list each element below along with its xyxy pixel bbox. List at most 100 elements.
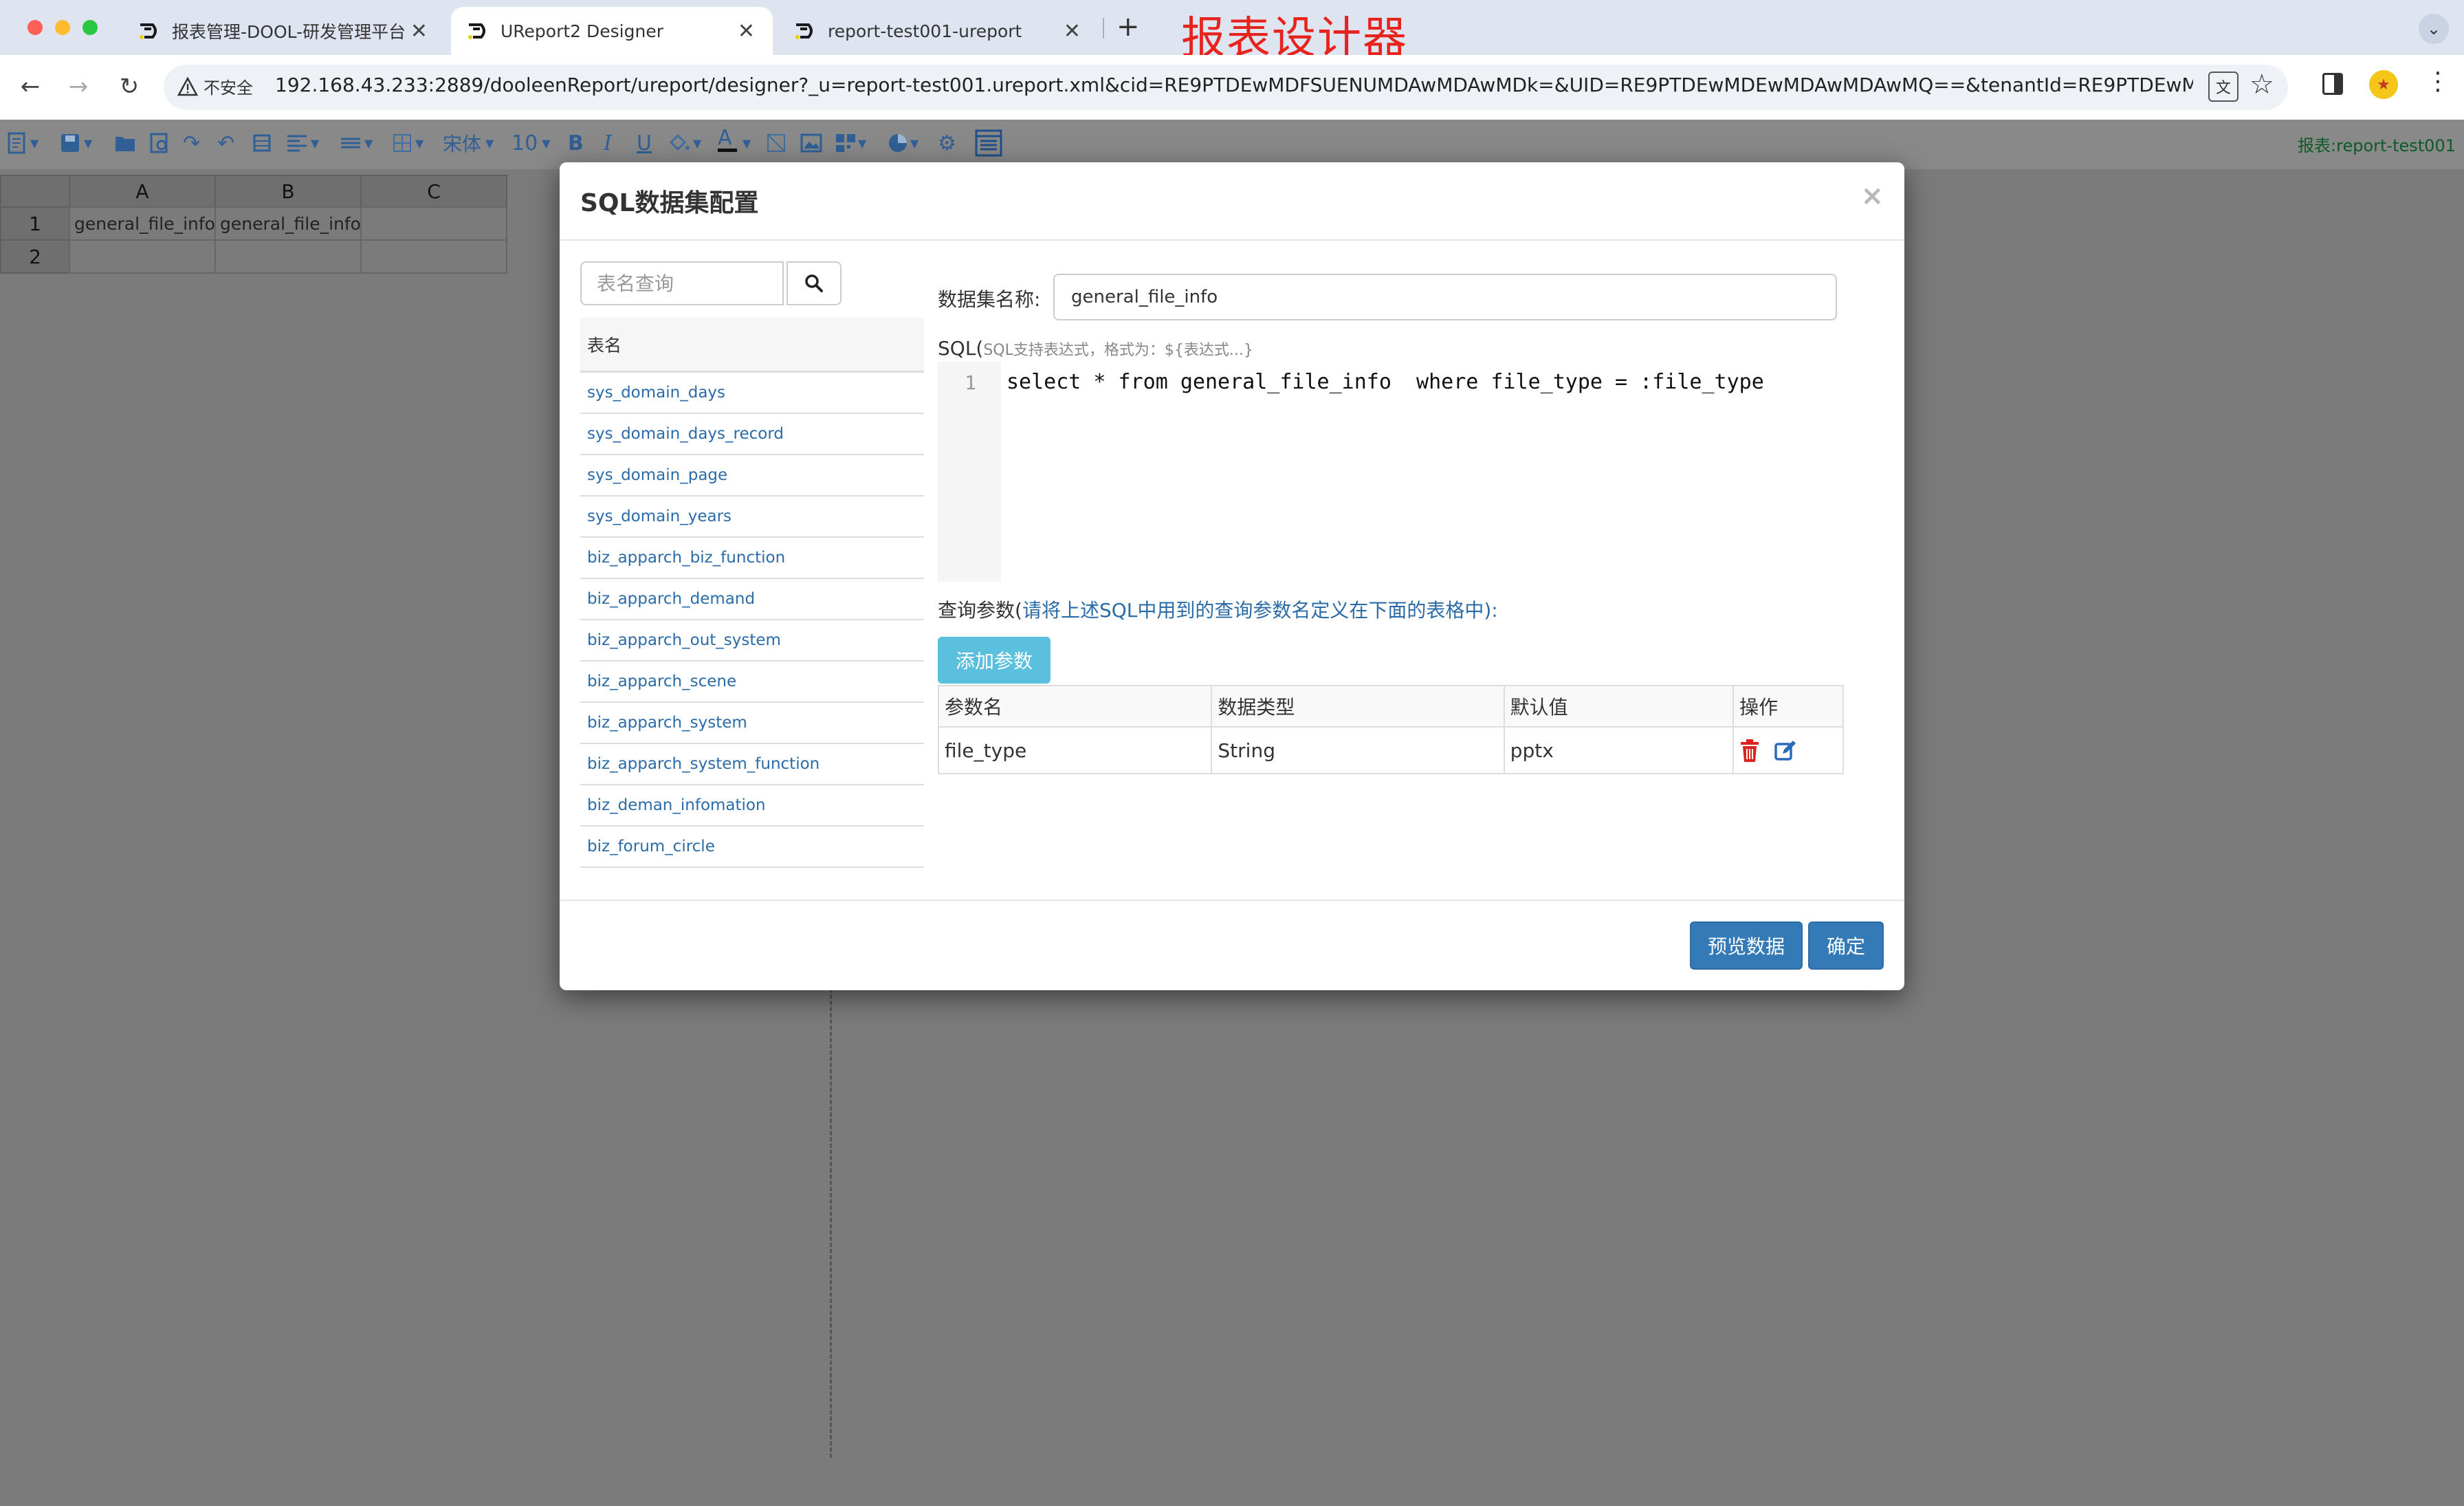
query-params-label: 查询参数(请将上述SQL中用到的查询参数名定义在下面的表格中): bbox=[938, 596, 1498, 623]
tab-close-icon[interactable]: ✕ bbox=[738, 19, 755, 43]
format-painter-icon[interactable] bbox=[252, 128, 272, 158]
datasource-panel-icon[interactable] bbox=[975, 128, 1002, 158]
query-params-hint: 请将上述SQL中用到的查询参数名定义在下面的表格中): bbox=[1022, 599, 1498, 622]
bookmark-star-icon[interactable]: ☆ bbox=[2250, 69, 2274, 100]
dialog-title: SQL数据集配置 bbox=[580, 189, 759, 217]
cell-b2[interactable] bbox=[214, 239, 362, 274]
font-size-value: 10 bbox=[512, 131, 538, 155]
table-item[interactable]: biz_apparch_out_system bbox=[580, 620, 924, 662]
maximize-window-button[interactable] bbox=[82, 20, 98, 35]
table-search-input[interactable] bbox=[580, 261, 784, 305]
barcode-icon[interactable]: ▼ bbox=[835, 128, 866, 158]
param-header-action: 操作 bbox=[1732, 685, 1844, 728]
cell-a2[interactable] bbox=[69, 239, 216, 274]
tab-ureport-designer[interactable]: UReport2 Designer ✕ bbox=[451, 7, 773, 55]
tab-title: report-test001-ureport bbox=[828, 21, 1022, 41]
table-item[interactable]: biz_apparch_system_function bbox=[580, 744, 924, 785]
warning-triangle-icon bbox=[177, 76, 198, 96]
table-list-header: 表名 bbox=[580, 318, 924, 373]
table-item[interactable]: biz_deman_infomation bbox=[580, 785, 924, 827]
preview-icon[interactable] bbox=[148, 128, 170, 158]
table-item[interactable]: biz_apparch_system bbox=[580, 703, 924, 744]
chart-icon[interactable]: ▼ bbox=[887, 128, 918, 158]
tab-dool-report[interactable]: 报表管理-DOOL-研发管理平台 ✕ bbox=[122, 7, 446, 55]
sql-label: SQL(SQL支持表达式，格式为：${表达式...} bbox=[938, 337, 1253, 360]
column-header-c[interactable]: C bbox=[360, 175, 507, 208]
minimize-window-button[interactable] bbox=[55, 20, 70, 35]
table-item[interactable]: biz_apparch_demand bbox=[580, 579, 924, 620]
cell-c1[interactable] bbox=[360, 206, 507, 241]
merge-cells-icon[interactable] bbox=[766, 128, 786, 158]
align-vertical-icon[interactable]: ▼ bbox=[340, 128, 373, 158]
browser-menu-icon[interactable]: ⋮ bbox=[2426, 67, 2450, 96]
dialog-close-button[interactable]: × bbox=[1860, 180, 1884, 212]
font-color-label: A bbox=[718, 126, 732, 150]
close-window-button[interactable] bbox=[28, 20, 43, 35]
editor-gutter bbox=[938, 362, 1001, 582]
back-arrow-icon[interactable]: ← bbox=[11, 67, 50, 106]
param-table: 参数名 数据类型 默认值 操作 file_type String pptx bbox=[937, 685, 1844, 774]
column-header-a[interactable]: A bbox=[69, 175, 216, 208]
open-folder-icon[interactable] bbox=[114, 128, 138, 158]
param-header-type: 数据类型 bbox=[1211, 685, 1505, 728]
sql-hint: SQL支持表达式，格式为：${表达式...} bbox=[983, 342, 1253, 359]
side-panel-icon[interactable] bbox=[2322, 73, 2343, 95]
undo-icon[interactable]: ↶ bbox=[217, 128, 234, 158]
cell-c2[interactable] bbox=[360, 239, 507, 274]
profile-avatar[interactable]: ★ bbox=[2369, 70, 2398, 99]
column-header-b[interactable]: B bbox=[214, 175, 362, 208]
tab-close-icon[interactable]: ✕ bbox=[410, 19, 428, 43]
param-default-cell: pptx bbox=[1503, 726, 1735, 774]
security-indicator[interactable]: 不安全 bbox=[177, 74, 253, 98]
dataset-name-label: 数据集名称: bbox=[938, 288, 1041, 311]
dool-logo-icon bbox=[468, 23, 485, 39]
table-search-button[interactable] bbox=[786, 261, 842, 305]
new-tab-button[interactable]: + bbox=[1116, 11, 1140, 43]
row-header-2[interactable]: 2 bbox=[0, 239, 70, 274]
param-header-name: 参数名 bbox=[937, 685, 1213, 728]
fill-color-icon[interactable]: ▼ bbox=[668, 128, 701, 158]
save-icon[interactable]: ▼ bbox=[59, 128, 92, 158]
settings-gear-icon[interactable]: ⚙ bbox=[938, 128, 956, 158]
translate-icon[interactable]: 文 bbox=[2208, 72, 2238, 102]
font-size-select[interactable]: 10 ▼ bbox=[512, 128, 551, 158]
tab-close-icon[interactable]: ✕ bbox=[1064, 19, 1081, 43]
delete-trash-icon[interactable] bbox=[1739, 739, 1760, 763]
italic-button[interactable]: I bbox=[604, 128, 612, 158]
font-color-dropdown-icon[interactable]: ▼ bbox=[742, 128, 751, 158]
tab-search-chevron-icon[interactable]: ⌄ bbox=[2419, 14, 2449, 44]
image-icon[interactable] bbox=[800, 128, 822, 158]
add-param-button[interactable]: 添加参数 bbox=[938, 637, 1050, 684]
redo-icon[interactable]: ↷ bbox=[183, 128, 200, 158]
security-label: 不安全 bbox=[204, 78, 253, 98]
table-item[interactable]: sys_domain_days_record bbox=[580, 414, 924, 455]
reload-icon[interactable]: ↻ bbox=[110, 67, 148, 106]
table-item[interactable]: biz_apparch_biz_function bbox=[580, 538, 924, 579]
font-color-button[interactable]: A bbox=[718, 128, 737, 158]
preview-data-button[interactable]: 预览数据 bbox=[1690, 921, 1803, 970]
edit-icon[interactable] bbox=[1774, 740, 1797, 762]
bold-button[interactable]: B bbox=[568, 128, 584, 158]
dataset-name-input[interactable] bbox=[1053, 274, 1837, 320]
forward-arrow-icon[interactable]: → bbox=[59, 67, 98, 106]
cell-a1[interactable]: general_file_info. bbox=[69, 206, 216, 241]
table-item[interactable]: biz_apparch_scene bbox=[580, 662, 924, 703]
tab-title: 报表管理-DOOL-研发管理平台 bbox=[172, 22, 406, 42]
tab-report-test001[interactable]: report-test001-ureport ✕ bbox=[778, 7, 1099, 55]
sql-editor[interactable]: 1 select * from general_file_info where … bbox=[938, 362, 1838, 582]
table-item[interactable]: sys_domain_days bbox=[580, 373, 924, 414]
sheet-corner[interactable] bbox=[0, 175, 70, 208]
dool-logo-icon bbox=[795, 23, 813, 39]
confirm-button[interactable]: 确定 bbox=[1808, 921, 1884, 970]
font-name-select[interactable]: 宋体 ▼ bbox=[443, 128, 494, 158]
underline-button[interactable]: U bbox=[637, 128, 652, 158]
table-item[interactable]: sys_domain_years bbox=[580, 496, 924, 538]
table-item[interactable]: biz_forum_circle bbox=[580, 827, 924, 868]
cell-b1[interactable]: general_file_info. bbox=[214, 206, 362, 241]
border-icon[interactable]: ▼ bbox=[392, 128, 424, 158]
row-header-1[interactable]: 1 bbox=[0, 206, 70, 241]
new-report-icon[interactable]: ▼ bbox=[7, 128, 38, 158]
param-name-cell: file_type bbox=[937, 726, 1213, 774]
table-item[interactable]: sys_domain_page bbox=[580, 455, 924, 496]
align-left-icon[interactable]: ▼ bbox=[286, 128, 319, 158]
